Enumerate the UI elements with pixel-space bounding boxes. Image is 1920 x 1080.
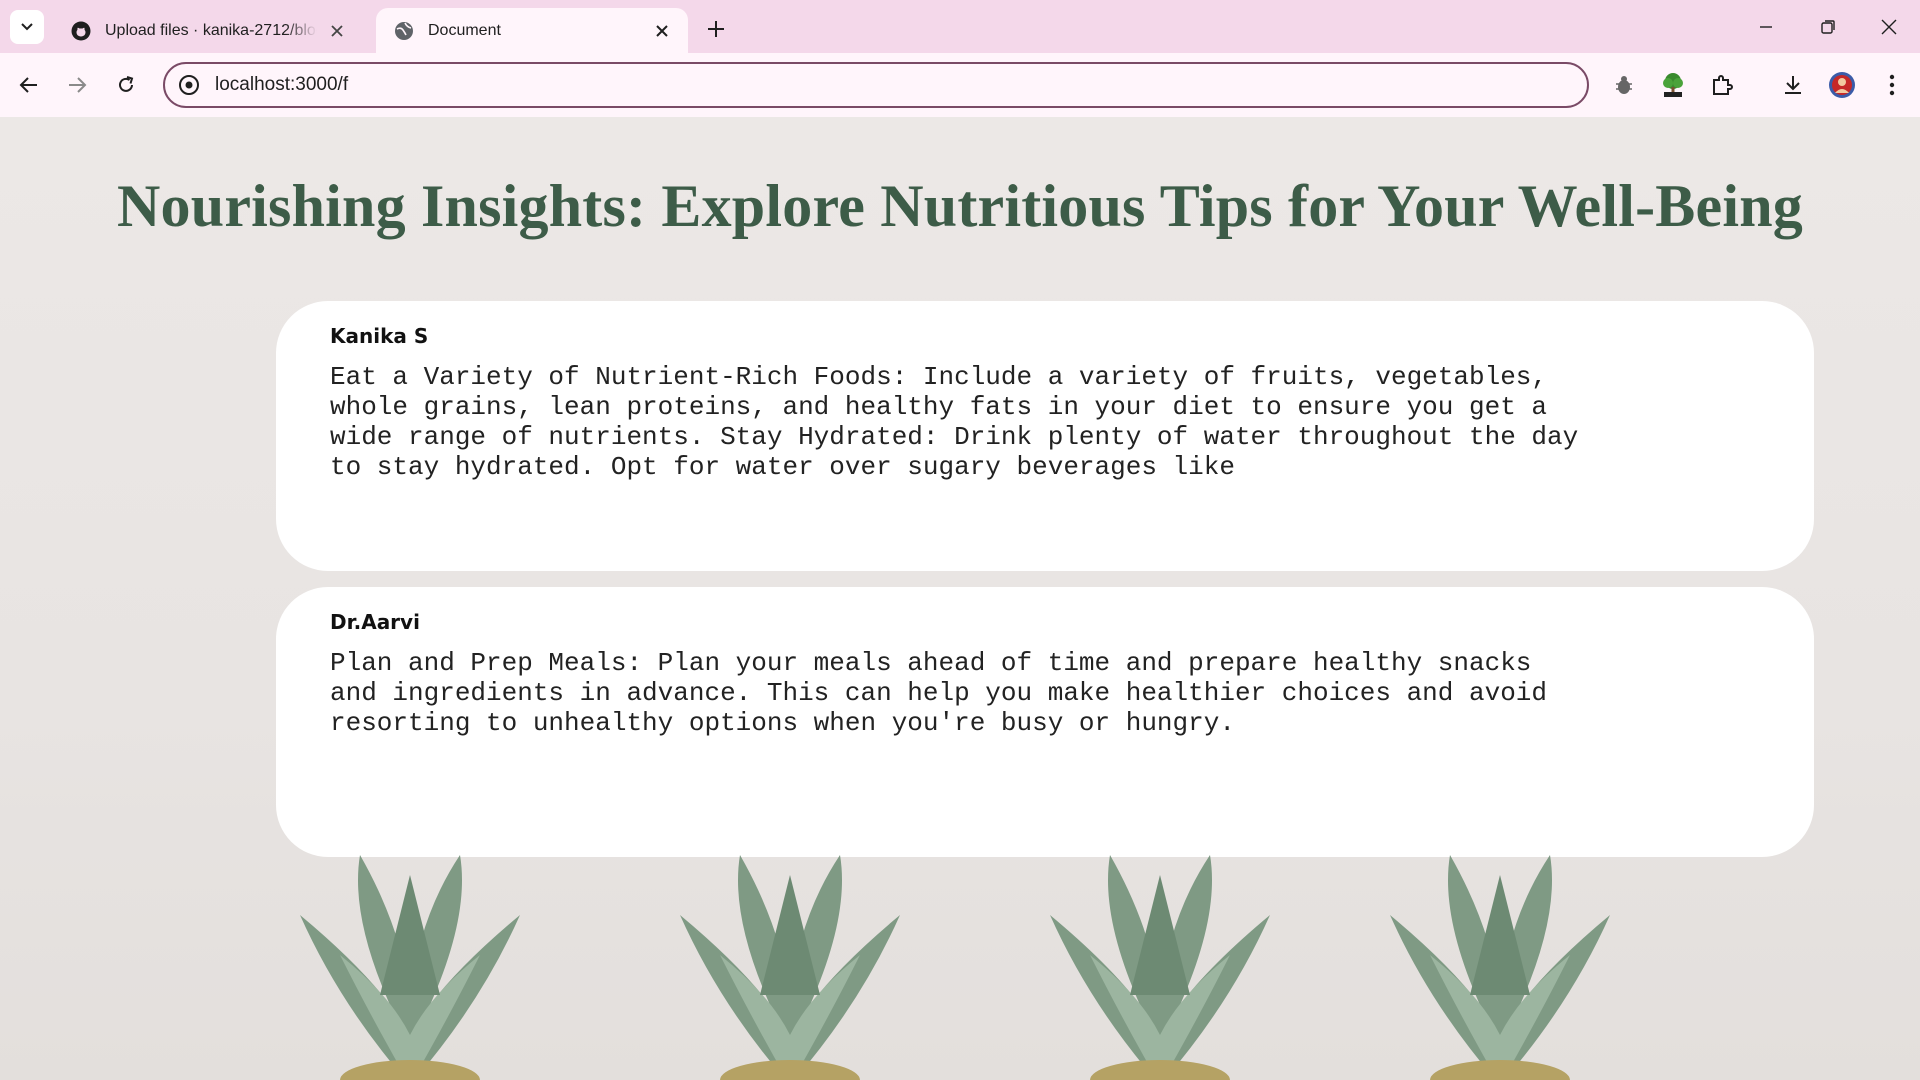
post-card: Kanika S Eat a Variety of Nutrient-Rich … — [276, 301, 1814, 571]
bug-extension-button[interactable] — [1608, 69, 1640, 101]
forward-button[interactable] — [59, 67, 95, 103]
tab-title: Upload files · kanika-2712/blog_website — [105, 22, 317, 39]
close-icon — [331, 25, 343, 37]
address-bar[interactable] — [163, 62, 1589, 108]
window-close-icon — [1881, 19, 1897, 35]
avatar — [1829, 72, 1855, 98]
site-info-icon — [179, 75, 199, 95]
minimize-button[interactable] — [1743, 8, 1789, 46]
post-card: Dr.Aarvi Plan and Prep Meals: Plan your … — [276, 587, 1814, 857]
extensions-button[interactable] — [1706, 69, 1738, 101]
tree-extension-icon — [1663, 73, 1683, 97]
new-tab-button[interactable] — [700, 13, 732, 45]
close-tab-button[interactable] — [650, 19, 674, 43]
restore-icon — [1821, 20, 1835, 34]
globe-icon — [394, 21, 414, 41]
tab-document[interactable]: Document — [376, 8, 688, 53]
window-close-button[interactable] — [1866, 8, 1912, 46]
post-content: Plan and Prep Meals: Plan your meals ahe… — [330, 648, 1547, 738]
tab-search-button[interactable] — [10, 10, 44, 44]
pineapple-background-image — [300, 855, 1610, 1080]
close-tab-button[interactable] — [325, 19, 349, 43]
post-author: Kanika S — [330, 324, 429, 348]
minimize-icon — [1760, 26, 1772, 28]
more-menu-icon — [1889, 74, 1895, 96]
puzzle-icon — [1713, 75, 1733, 95]
browser-toolbar — [0, 53, 1920, 117]
download-icon — [1785, 76, 1801, 94]
page-content: Nourishing Insights: Explore Nutritious … — [0, 117, 1920, 1080]
post-content: Eat a Variety of Nutrient-Rich Foods: In… — [330, 362, 1579, 482]
downloads-button[interactable] — [1777, 69, 1809, 101]
forward-icon — [69, 77, 87, 93]
more-menu-button[interactable] — [1876, 69, 1908, 101]
restore-button[interactable] — [1805, 8, 1851, 46]
post-author: Dr.Aarvi — [330, 610, 420, 634]
site-info-button[interactable] — [175, 71, 203, 99]
tab-strip: Upload files · kanika-2712/blog_website … — [0, 0, 1920, 53]
tab-search-icon — [21, 23, 33, 31]
bug-extension-icon — [1616, 76, 1632, 94]
tab-upload-files[interactable]: Upload files · kanika-2712/blog_website — [53, 9, 363, 53]
github-icon — [71, 21, 91, 41]
close-icon — [656, 24, 668, 37]
plus-icon — [708, 21, 724, 37]
reload-button[interactable] — [108, 67, 144, 103]
profile-button[interactable] — [1826, 69, 1858, 101]
back-icon — [19, 77, 37, 93]
tree-extension-button[interactable] — [1657, 69, 1689, 101]
address-input[interactable] — [215, 74, 1515, 96]
page-title: Nourishing Insights: Explore Nutritious … — [117, 173, 1803, 239]
reload-icon — [119, 76, 134, 92]
tab-title: Document — [428, 21, 501, 39]
back-button[interactable] — [11, 67, 47, 103]
